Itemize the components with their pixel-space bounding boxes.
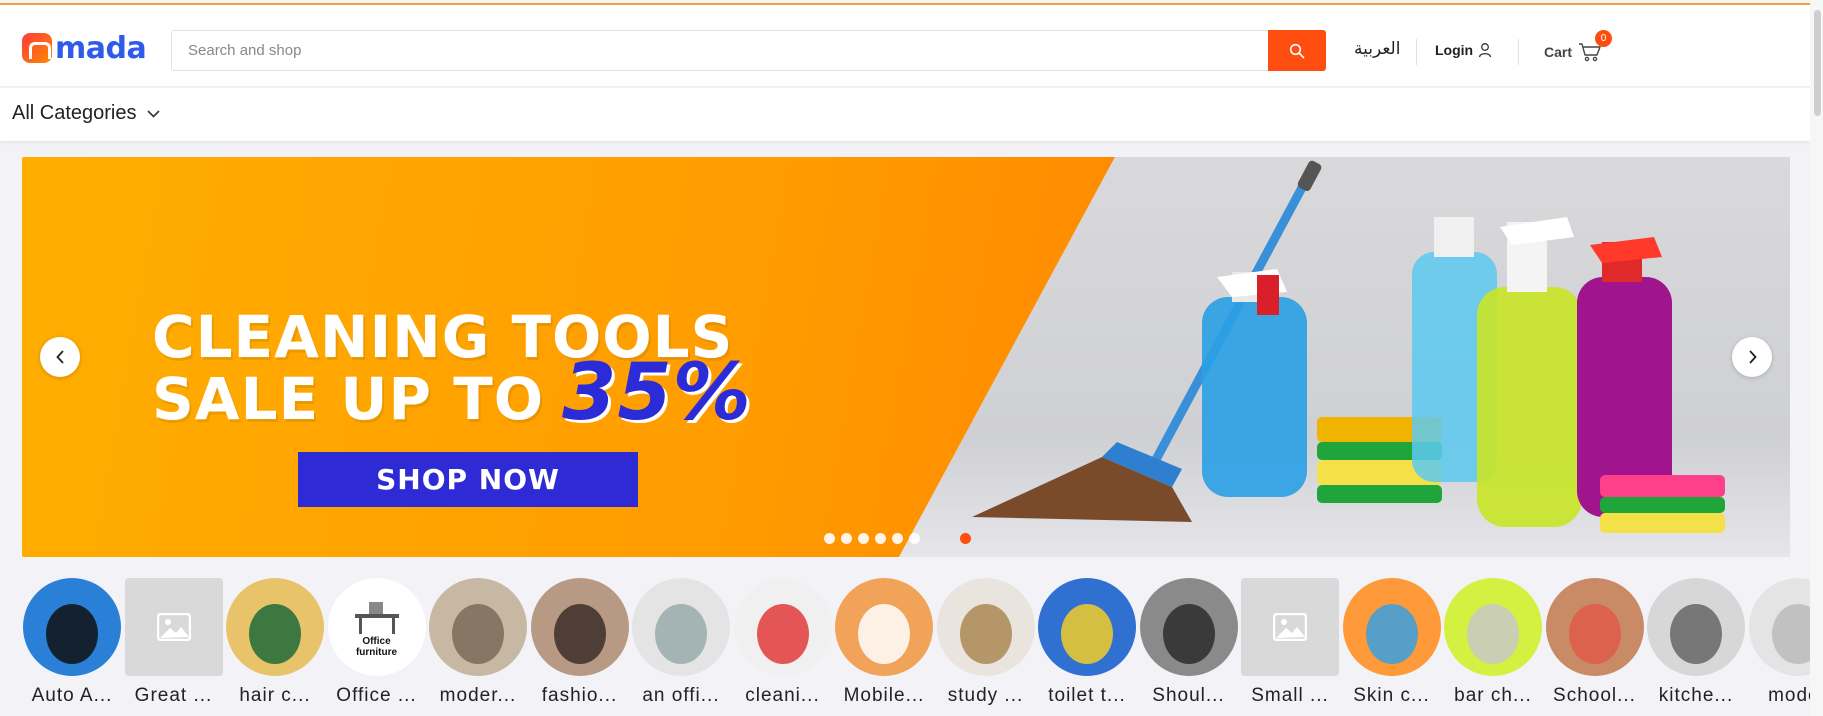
category-carousel: Auto A... Great ... hair c... Office furnit… [22, 578, 1823, 707]
cart-count-badge: 0 [1595, 30, 1613, 47]
chevron-right-icon [1748, 350, 1757, 364]
language-switch[interactable]: العربية [1354, 39, 1400, 59]
carousel-dot[interactable] [858, 533, 869, 544]
category-item[interactable]: moder... [428, 578, 528, 707]
category-item[interactable]: fashio... [530, 578, 630, 707]
chevron-left-icon [55, 350, 64, 364]
category-label: Shoul... [1152, 685, 1225, 706]
category-item[interactable]: Mobile... [834, 578, 934, 707]
category-item[interactable]: study ... [936, 578, 1036, 707]
car-accessories-image [23, 578, 121, 676]
category-label: bar ch... [1454, 685, 1532, 706]
study-desk-image [936, 578, 1035, 676]
carousel-prev-button[interactable] [40, 337, 80, 377]
headline-line-2: SALE UP TO [152, 365, 545, 433]
discount-percent: 35% [562, 348, 752, 438]
mobile-earbuds-image [835, 578, 933, 676]
category-item[interactable]: Great ... [124, 578, 224, 707]
category-image-caption: Office furniture [355, 636, 398, 658]
cart-label: Cart [1544, 44, 1573, 60]
category-label: fashio... [541, 685, 618, 706]
logo-text: mada [55, 30, 147, 66]
category-item[interactable]: Small ... [1240, 578, 1340, 707]
category-item[interactable]: Auto A... [22, 578, 122, 707]
hero-banner[interactable]: CLEANING TOOLS SALE UP TO 35% SHOP NOW [22, 157, 1790, 557]
carousel-dots [824, 533, 971, 544]
all-categories-label: All Categories [12, 102, 137, 124]
logo-mark-icon [22, 33, 52, 63]
category-item[interactable]: Office furniture Office ... [327, 578, 427, 707]
search-button[interactable] [1268, 30, 1326, 71]
category-item[interactable]: Shoul... [1139, 578, 1239, 707]
category-label: Great ... [134, 685, 213, 706]
carousel-dot-active[interactable] [960, 533, 971, 544]
school-furniture-image [1545, 578, 1644, 676]
office-furniture-image: Office furniture [327, 578, 426, 676]
search-input[interactable] [172, 31, 1268, 70]
search-icon [1289, 43, 1305, 58]
category-item[interactable]: an offi... [631, 578, 731, 707]
carousel-dot[interactable] [841, 533, 852, 544]
carousel-next-button[interactable] [1732, 337, 1772, 377]
carousel-dot[interactable] [892, 533, 903, 544]
category-label: moder... [439, 685, 517, 706]
category-label: School... [1553, 685, 1636, 706]
login-label: Login [1435, 42, 1474, 58]
chevron-down-icon [146, 109, 160, 118]
toilet-tools-image [1038, 578, 1136, 676]
category-label: cleani... [745, 685, 820, 706]
category-label: toilet t... [1048, 685, 1126, 706]
user-icon [1478, 43, 1492, 58]
skin-care-image [1342, 578, 1441, 676]
category-label: Skin c... [1353, 685, 1430, 706]
search-bar [171, 30, 1326, 71]
image-placeholder-icon [124, 578, 223, 676]
header-divider [1518, 39, 1519, 65]
category-label: Mobile... [843, 685, 925, 706]
category-label: study ... [947, 685, 1024, 706]
image-placeholder-icon [1241, 578, 1339, 676]
all-categories-dropdown[interactable]: All Categories [12, 102, 160, 125]
category-item[interactable]: hair c... [225, 578, 325, 707]
shoulder-bag-image [1139, 578, 1238, 676]
scrollbar-thumb[interactable] [1814, 10, 1821, 116]
category-navbar: All Categories [0, 88, 1810, 141]
category-label: kitche... [1658, 685, 1734, 706]
category-item[interactable]: Skin c... [1342, 578, 1442, 707]
cleaning-tools-image [733, 578, 832, 676]
kitchen-image [1647, 578, 1745, 676]
fashion-image [530, 578, 629, 676]
category-label: hair c... [239, 685, 311, 706]
category-label: Small ... [1251, 685, 1329, 706]
cart-button[interactable]: Cart 0 [1544, 30, 1613, 62]
login-button[interactable]: Login [1435, 42, 1492, 58]
shop-now-button[interactable]: SHOP NOW [298, 452, 638, 507]
category-item[interactable]: kitche... [1646, 578, 1746, 707]
page-scrollbar[interactable] [1810, 0, 1823, 716]
category-item[interactable]: bar ch... [1443, 578, 1543, 707]
category-label: an offi... [642, 685, 720, 706]
banner-headline: CLEANING TOOLS SALE UP TO 35% [152, 308, 752, 438]
carousel-dot[interactable] [875, 533, 886, 544]
category-item[interactable]: toilet t... [1037, 578, 1137, 707]
hair-care-image [226, 578, 324, 676]
site-header: mada العربية Login Cart 0 [0, 5, 1810, 87]
category-label: Auto A... [31, 685, 113, 706]
office-chair-image [632, 578, 730, 676]
carousel-dot[interactable] [824, 533, 835, 544]
category-label: Office ... [336, 685, 417, 706]
bar-chairs-image [1444, 578, 1542, 676]
category-item[interactable]: School... [1545, 578, 1645, 707]
category-item[interactable]: cleani... [733, 578, 833, 707]
header-divider [1416, 39, 1417, 65]
mada-logo[interactable]: mada [22, 30, 147, 66]
modern-chairs-image [429, 578, 527, 676]
carousel-dot[interactable] [909, 533, 920, 544]
